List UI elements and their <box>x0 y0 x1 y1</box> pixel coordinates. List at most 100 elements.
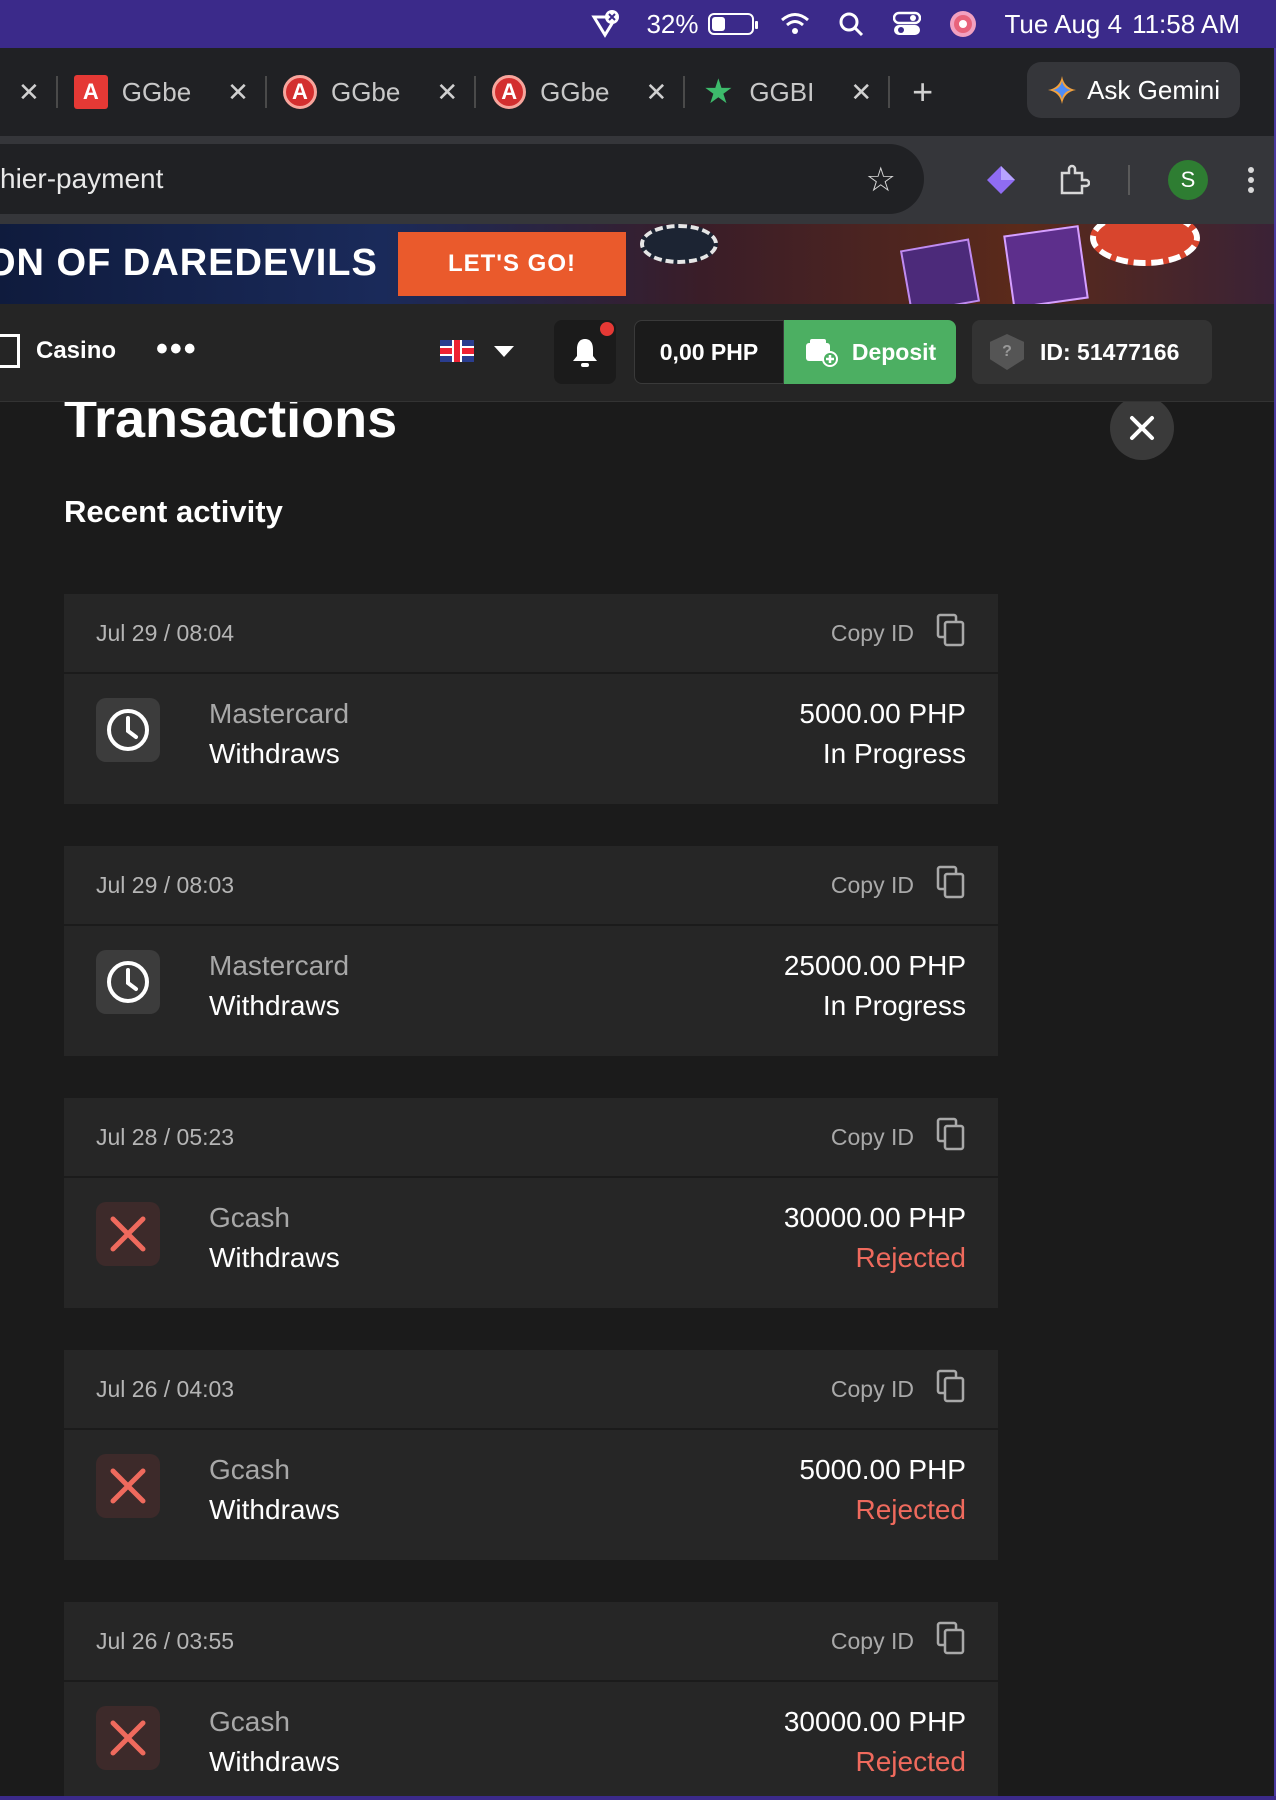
clock[interactable]: Tue Aug 4 11:58 AM <box>1004 9 1240 40</box>
transaction-status: In Progress <box>822 738 966 769</box>
notifications-button[interactable] <box>554 320 616 384</box>
transaction-status: Rejected <box>855 1494 966 1525</box>
transaction-status: Rejected <box>855 1242 966 1273</box>
new-tab-plus-icon[interactable]: + <box>912 71 933 113</box>
bell-icon <box>573 339 597 367</box>
banner-headline: ON OF DAREDEVILS <box>0 242 378 284</box>
tab-title: GGBI <box>749 76 815 107</box>
spotlight-search-icon[interactable] <box>836 9 866 39</box>
battery-fill <box>712 17 725 31</box>
wifi-icon[interactable] <box>780 9 810 39</box>
tab-partial[interactable]: ✕ <box>0 62 56 122</box>
extension-toolbar: S <box>984 152 1256 208</box>
shield-icon: ? <box>990 334 1024 370</box>
tab-close-icon[interactable]: ✕ <box>227 77 249 108</box>
tab-close-icon[interactable]: ✕ <box>646 77 668 108</box>
copy-id-button[interactable]: Copy ID <box>831 865 966 905</box>
transaction-card[interactable]: Jul 28 / 05:23 Copy ID Gcash Withdraws 30000… <box>64 1098 998 1308</box>
chevron-down-icon[interactable] <box>494 346 514 357</box>
transaction-type: Withdraws <box>209 738 340 769</box>
transaction-date: Jul 26 / 03:55 <box>96 1627 235 1654</box>
user-id-badge[interactable]: ? ID: 51477166 <box>972 320 1212 384</box>
notification-badge <box>600 322 614 336</box>
clock-icon <box>96 698 160 762</box>
browser-tab-strip: ✕ A GGbe ✕ A GGbe ✕ A GGbe ✕ ★ GGBI ✕ + … <box>0 48 1276 136</box>
tab-close-icon[interactable]: ✕ <box>18 77 40 108</box>
copy-id-button[interactable]: Copy ID <box>831 613 966 653</box>
transactions-page: Transactions Recent activity Jul 29 / 08… <box>0 402 1276 1800</box>
transaction-body: Gcash Withdraws 30000.00 PHP Rejected <box>64 1682 998 1800</box>
page-title: Transactions <box>64 402 398 449</box>
poker-chip-decoration <box>640 224 718 264</box>
gemini-sparkle-icon <box>1048 76 1077 104</box>
transaction-header: Jul 28 / 05:23 Copy ID <box>64 1098 998 1178</box>
transaction-card[interactable]: Jul 26 / 03:55 Copy ID Gcash Withdraws 30000… <box>64 1602 998 1800</box>
copy-id-button[interactable]: Copy ID <box>831 1369 966 1409</box>
uk-flag-icon[interactable] <box>440 340 474 362</box>
transaction-amount: 25000.00 PHP <box>783 950 966 981</box>
ask-gemini-button[interactable]: Ask Gemini <box>1027 62 1240 118</box>
battery-status[interactable]: 32% <box>646 9 759 40</box>
transaction-method: Gcash <box>209 1706 290 1737</box>
transaction-body: Mastercard Withdraws 25000.00 PHP In Progre… <box>64 926 998 1056</box>
bookmark-star-icon[interactable]: ☆ <box>866 160 896 200</box>
toolbar-divider <box>1128 165 1130 195</box>
transaction-method: Mastercard <box>209 698 350 729</box>
copy-icon <box>936 1621 966 1661</box>
tab-separator <box>888 76 891 108</box>
tab-ggbet-2[interactable]: A GGbe ✕ <box>267 62 474 122</box>
transaction-card[interactable]: Jul 26 / 04:03 Copy ID Gcash Withdraws 5000.… <box>64 1350 998 1560</box>
transaction-card[interactable]: Jul 29 / 08:03 Copy ID Mastercard Withdraws… <box>64 846 998 1056</box>
copy-id-button[interactable]: Copy ID <box>831 1117 966 1157</box>
menubar-time: 11:58 AM <box>1132 8 1240 39</box>
copy-id-label: Copy ID <box>830 1375 914 1402</box>
battery-icon <box>708 13 759 35</box>
vpn-icon[interactable] <box>590 9 620 39</box>
clock-icon <box>96 950 160 1014</box>
lets-go-button[interactable]: LET'S GO! <box>398 232 626 296</box>
address-bar[interactable]: hier-payment ☆ <box>0 144 924 214</box>
casino-label: Casino <box>36 337 117 364</box>
macos-menubar: 32% Tue Aug 4 11:58 AM <box>0 0 1276 48</box>
casino-nav-link[interactable]: Casino <box>0 334 116 368</box>
tab-ggbet-3[interactable]: A GGbe ✕ <box>476 62 683 122</box>
copy-id-button[interactable]: Copy ID <box>831 1621 966 1661</box>
address-url: hier-payment <box>0 163 164 194</box>
siri-icon[interactable] <box>948 9 978 39</box>
green-star-icon: ★ <box>703 73 734 111</box>
transaction-amount: 5000.00 PHP <box>799 698 966 729</box>
tab-title: GGbe <box>330 76 401 107</box>
extension-diamond-icon[interactable] <box>984 163 1018 197</box>
copy-id-label: Copy ID <box>830 619 914 646</box>
tab-ggbet-4[interactable]: ★ GGBI ✕ <box>685 62 888 122</box>
deposit-button[interactable]: Deposit <box>784 320 956 384</box>
balance-display[interactable]: 0,00 PHP <box>634 320 784 384</box>
transaction-method: Mastercard <box>209 950 350 981</box>
close-button[interactable] <box>1110 402 1174 460</box>
poker-chip-decoration <box>1090 224 1200 266</box>
rejected-x-icon <box>96 1454 160 1518</box>
control-center-icon[interactable] <box>892 9 922 39</box>
extensions-puzzle-icon[interactable] <box>1056 163 1090 197</box>
transaction-status: In Progress <box>822 990 966 1021</box>
transaction-body: Gcash Withdraws 5000.00 PHP Rejected <box>64 1430 998 1560</box>
transaction-amount: 30000.00 PHP <box>783 1202 966 1233</box>
transaction-card[interactable]: Jul 29 / 08:04 Copy ID Mastercard Withdraws… <box>64 594 998 804</box>
kebab-menu-icon[interactable] <box>1246 165 1256 195</box>
transaction-amount: 30000.00 PHP <box>783 1706 966 1737</box>
transaction-date: Jul 28 / 05:23 <box>96 1123 235 1150</box>
transaction-header: Jul 26 / 03:55 Copy ID <box>64 1602 998 1682</box>
tab-close-icon[interactable]: ✕ <box>850 77 872 108</box>
copy-id-label: Copy ID <box>830 871 914 898</box>
profile-avatar[interactable]: S <box>1168 160 1208 200</box>
deposit-label: Deposit <box>851 338 937 365</box>
rejected-x-icon <box>96 1202 160 1266</box>
tab-title: GGbe <box>540 76 610 107</box>
transaction-method: Gcash <box>209 1202 290 1233</box>
promo-banner[interactable]: ON OF DAREDEVILS LET'S GO! <box>0 224 1276 304</box>
tab-close-icon[interactable]: ✕ <box>436 77 458 108</box>
tab-ggbet-1[interactable]: A GGbe ✕ <box>58 62 265 122</box>
more-menu-button[interactable]: ••• <box>156 330 198 369</box>
transaction-type: Withdraws <box>209 1494 340 1525</box>
wallet-plus-icon <box>805 339 838 367</box>
